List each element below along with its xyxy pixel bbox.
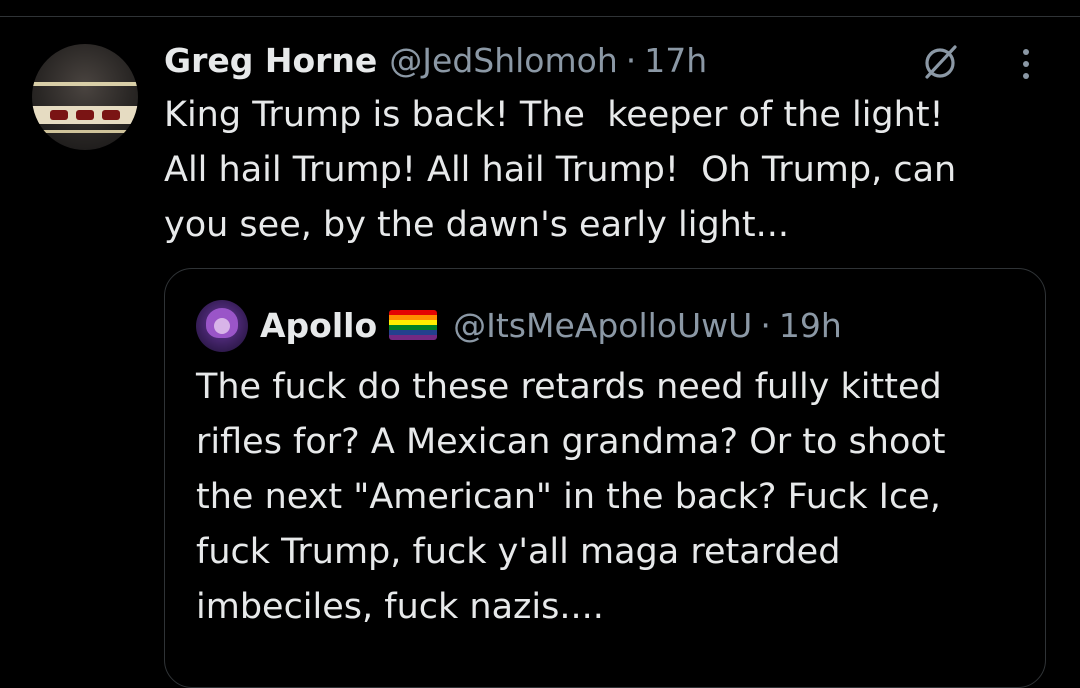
quoted-text-line: the next "American" in the back? Fuck Ic…	[196, 477, 941, 517]
quoted-text-line: fuck Trump, fuck y'all maga retarded	[196, 532, 841, 572]
quoted-post-header: Apollo @ItsMeApolloUwU · 19h	[260, 302, 842, 348]
author-handle[interactable]: @JedShlomoh	[389, 41, 617, 80]
grok-icon[interactable]	[918, 40, 962, 84]
post-text-line: All hail Trump! All hail Trump! Oh Trump…	[164, 150, 957, 190]
post-timestamp[interactable]: 17h	[644, 41, 707, 80]
avatar-decoration	[32, 106, 138, 124]
quoted-author-name[interactable]: Apollo	[260, 306, 377, 345]
rainbow-flag-icon	[389, 310, 438, 340]
avatar-decoration	[32, 82, 138, 86]
separator-dot: ·	[625, 40, 637, 80]
quoted-text-line: imbeciles, fuck nazis....	[196, 587, 604, 627]
quoted-text-line: rifles for? A Mexican grandma? Or to sho…	[196, 422, 946, 462]
quoted-author-avatar[interactable]	[196, 300, 248, 352]
post-text-line: you see, by the dawn's early light...	[164, 205, 789, 245]
post-text: King Trump is back! The keeper of the li…	[164, 88, 1044, 253]
top-divider	[0, 16, 1080, 17]
quoted-post-timestamp[interactable]: 19h	[779, 306, 842, 345]
post-text-line: King Trump is back! The keeper of the li…	[164, 95, 944, 135]
author-avatar[interactable]	[32, 44, 138, 150]
author-name[interactable]: Greg Horne	[164, 41, 377, 80]
separator-dot: ·	[760, 305, 771, 345]
avatar-decoration	[32, 130, 138, 133]
quoted-author-handle[interactable]: @ItsMeApolloUwU	[453, 306, 752, 345]
post-header: Greg Horne @JedShlomoh · 17h	[164, 38, 707, 82]
more-options-icon[interactable]	[1014, 46, 1038, 82]
quoted-post-text: The fuck do these retards need fully kit…	[196, 360, 1026, 635]
quoted-text-line: The fuck do these retards need fully kit…	[196, 367, 942, 407]
